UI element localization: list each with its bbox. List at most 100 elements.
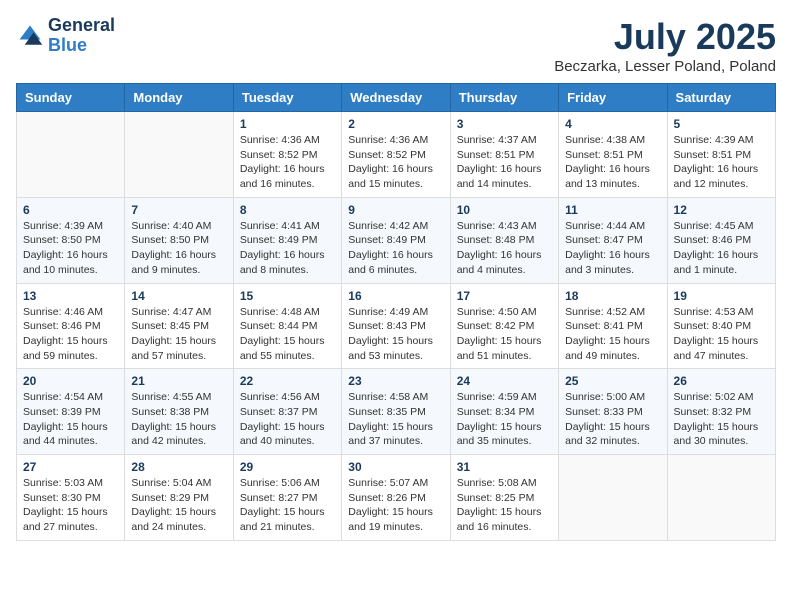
calendar-cell: 20 Sunrise: 4:54 AM Sunset: 8:39 PM Dayli…	[17, 369, 125, 455]
calendar-cell: 21 Sunrise: 4:55 AM Sunset: 8:38 PM Dayli…	[125, 369, 233, 455]
day-number: 8	[240, 203, 335, 217]
calendar-week-row: 27 Sunrise: 5:03 AM Sunset: 8:30 PM Dayli…	[17, 455, 776, 541]
title-block: July 2025 Beczarka, Lesser Poland, Polan…	[554, 16, 776, 75]
logo-icon	[16, 22, 44, 50]
day-number: 9	[348, 203, 443, 217]
calendar-cell	[667, 455, 775, 541]
calendar-cell: 19 Sunrise: 4:53 AM Sunset: 8:40 PM Dayli…	[667, 283, 775, 369]
logo-text: General Blue	[48, 16, 115, 56]
day-number: 21	[131, 374, 226, 388]
day-info: Sunrise: 4:37 AM Sunset: 8:51 PM Dayligh…	[457, 133, 552, 192]
day-info: Sunrise: 5:03 AM Sunset: 8:30 PM Dayligh…	[23, 476, 118, 535]
day-number: 24	[457, 374, 552, 388]
calendar-week-row: 20 Sunrise: 4:54 AM Sunset: 8:39 PM Dayli…	[17, 369, 776, 455]
day-info: Sunrise: 4:55 AM Sunset: 8:38 PM Dayligh…	[131, 390, 226, 449]
day-info: Sunrise: 4:43 AM Sunset: 8:48 PM Dayligh…	[457, 219, 552, 278]
calendar-header-row: SundayMondayTuesdayWednesdayThursdayFrid…	[17, 84, 776, 112]
weekday-header: Friday	[559, 84, 667, 112]
calendar-cell: 29 Sunrise: 5:06 AM Sunset: 8:27 PM Dayli…	[233, 455, 341, 541]
calendar-cell: 31 Sunrise: 5:08 AM Sunset: 8:25 PM Dayli…	[450, 455, 558, 541]
day-info: Sunrise: 5:02 AM Sunset: 8:32 PM Dayligh…	[674, 390, 769, 449]
day-info: Sunrise: 4:45 AM Sunset: 8:46 PM Dayligh…	[674, 219, 769, 278]
day-info: Sunrise: 4:53 AM Sunset: 8:40 PM Dayligh…	[674, 305, 769, 364]
day-number: 7	[131, 203, 226, 217]
weekday-header: Wednesday	[342, 84, 450, 112]
day-number: 25	[565, 374, 660, 388]
calendar-cell: 28 Sunrise: 5:04 AM Sunset: 8:29 PM Dayli…	[125, 455, 233, 541]
day-number: 28	[131, 460, 226, 474]
weekday-header: Tuesday	[233, 84, 341, 112]
month-title: July 2025	[554, 16, 776, 58]
day-number: 30	[348, 460, 443, 474]
day-info: Sunrise: 5:06 AM Sunset: 8:27 PM Dayligh…	[240, 476, 335, 535]
day-number: 22	[240, 374, 335, 388]
calendar-cell: 25 Sunrise: 5:00 AM Sunset: 8:33 PM Dayli…	[559, 369, 667, 455]
day-info: Sunrise: 4:56 AM Sunset: 8:37 PM Dayligh…	[240, 390, 335, 449]
day-number: 3	[457, 117, 552, 131]
calendar-cell: 24Sunrise: 4:59 AM Sunset: 8:34 PM Dayli…	[450, 369, 558, 455]
day-info: Sunrise: 5:00 AM Sunset: 8:33 PM Dayligh…	[565, 390, 660, 449]
day-number: 15	[240, 289, 335, 303]
calendar-week-row: 1 Sunrise: 4:36 AM Sunset: 8:52 PM Daylig…	[17, 112, 776, 198]
day-number: 29	[240, 460, 335, 474]
calendar-week-row: 6Sunrise: 4:39 AM Sunset: 8:50 PM Daylig…	[17, 197, 776, 283]
calendar-cell: 23Sunrise: 4:58 AM Sunset: 8:35 PM Dayli…	[342, 369, 450, 455]
day-number: 14	[131, 289, 226, 303]
logo: General Blue	[16, 16, 115, 56]
calendar-cell: 30 Sunrise: 5:07 AM Sunset: 8:26 PM Dayli…	[342, 455, 450, 541]
day-info: Sunrise: 4:49 AM Sunset: 8:43 PM Dayligh…	[348, 305, 443, 364]
day-info: Sunrise: 5:07 AM Sunset: 8:26 PM Dayligh…	[348, 476, 443, 535]
calendar-cell: 11 Sunrise: 4:44 AM Sunset: 8:47 PM Dayli…	[559, 197, 667, 283]
day-number: 31	[457, 460, 552, 474]
day-number: 19	[674, 289, 769, 303]
calendar-cell: 26 Sunrise: 5:02 AM Sunset: 8:32 PM Dayli…	[667, 369, 775, 455]
page-header: General Blue July 2025 Beczarka, Lesser …	[16, 16, 776, 75]
location-title: Beczarka, Lesser Poland, Poland	[554, 58, 776, 75]
day-info: Sunrise: 4:38 AM Sunset: 8:51 PM Dayligh…	[565, 133, 660, 192]
calendar-cell: 18Sunrise: 4:52 AM Sunset: 8:41 PM Dayli…	[559, 283, 667, 369]
calendar-cell: 3 Sunrise: 4:37 AM Sunset: 8:51 PM Daylig…	[450, 112, 558, 198]
day-info: Sunrise: 4:48 AM Sunset: 8:44 PM Dayligh…	[240, 305, 335, 364]
day-number: 5	[674, 117, 769, 131]
calendar-cell: 14 Sunrise: 4:47 AM Sunset: 8:45 PM Dayli…	[125, 283, 233, 369]
calendar-cell: 10 Sunrise: 4:43 AM Sunset: 8:48 PM Dayli…	[450, 197, 558, 283]
day-number: 10	[457, 203, 552, 217]
calendar-cell: 13Sunrise: 4:46 AM Sunset: 8:46 PM Dayli…	[17, 283, 125, 369]
calendar-cell	[125, 112, 233, 198]
day-info: Sunrise: 4:44 AM Sunset: 8:47 PM Dayligh…	[565, 219, 660, 278]
day-number: 2	[348, 117, 443, 131]
day-info: Sunrise: 4:41 AM Sunset: 8:49 PM Dayligh…	[240, 219, 335, 278]
logo-line2: Blue	[48, 36, 115, 56]
day-number: 27	[23, 460, 118, 474]
weekday-header: Monday	[125, 84, 233, 112]
day-number: 20	[23, 374, 118, 388]
calendar-cell: 4 Sunrise: 4:38 AM Sunset: 8:51 PM Daylig…	[559, 112, 667, 198]
day-info: Sunrise: 5:04 AM Sunset: 8:29 PM Dayligh…	[131, 476, 226, 535]
weekday-header: Saturday	[667, 84, 775, 112]
day-number: 13	[23, 289, 118, 303]
day-number: 11	[565, 203, 660, 217]
calendar-cell: 2Sunrise: 4:36 AM Sunset: 8:52 PM Daylig…	[342, 112, 450, 198]
day-info: Sunrise: 5:08 AM Sunset: 8:25 PM Dayligh…	[457, 476, 552, 535]
calendar-cell	[17, 112, 125, 198]
calendar-cell: 22 Sunrise: 4:56 AM Sunset: 8:37 PM Dayli…	[233, 369, 341, 455]
day-number: 4	[565, 117, 660, 131]
day-number: 12	[674, 203, 769, 217]
day-number: 18	[565, 289, 660, 303]
day-number: 6	[23, 203, 118, 217]
calendar-cell	[559, 455, 667, 541]
day-info: Sunrise: 4:50 AM Sunset: 8:42 PM Dayligh…	[457, 305, 552, 364]
calendar-cell: 9Sunrise: 4:42 AM Sunset: 8:49 PM Daylig…	[342, 197, 450, 283]
day-info: Sunrise: 4:36 AM Sunset: 8:52 PM Dayligh…	[240, 133, 335, 192]
day-info: Sunrise: 4:47 AM Sunset: 8:45 PM Dayligh…	[131, 305, 226, 364]
day-info: Sunrise: 4:39 AM Sunset: 8:51 PM Dayligh…	[674, 133, 769, 192]
calendar-cell: 12 Sunrise: 4:45 AM Sunset: 8:46 PM Dayli…	[667, 197, 775, 283]
calendar-cell: 6Sunrise: 4:39 AM Sunset: 8:50 PM Daylig…	[17, 197, 125, 283]
day-number: 26	[674, 374, 769, 388]
calendar-cell: 17Sunrise: 4:50 AM Sunset: 8:42 PM Dayli…	[450, 283, 558, 369]
calendar-cell: 8 Sunrise: 4:41 AM Sunset: 8:49 PM Daylig…	[233, 197, 341, 283]
calendar-cell: 5 Sunrise: 4:39 AM Sunset: 8:51 PM Daylig…	[667, 112, 775, 198]
day-number: 1	[240, 117, 335, 131]
calendar: SundayMondayTuesdayWednesdayThursdayFrid…	[16, 83, 776, 541]
day-info: Sunrise: 4:54 AM Sunset: 8:39 PM Dayligh…	[23, 390, 118, 449]
